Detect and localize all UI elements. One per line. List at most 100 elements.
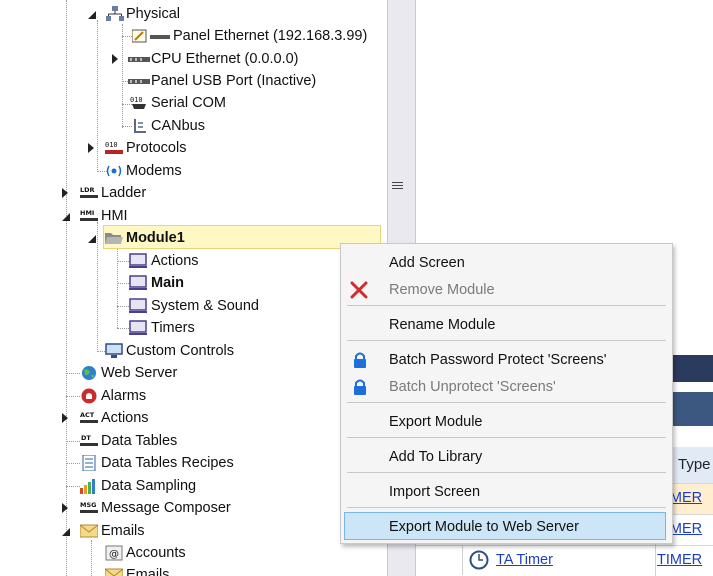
menu-item-label: Export Module to Web Server	[389, 519, 579, 535]
svg-text:LDR: LDR	[80, 186, 95, 194]
menu-item-export-module-to-web-server[interactable]: Export Module to Web Server	[344, 512, 666, 540]
tree-node-label: Data Sampling	[101, 478, 197, 494]
menu-item-import-screen[interactable]: Import Screen	[344, 478, 666, 506]
menu-separator	[347, 340, 666, 341]
collapse-arrow-icon[interactable]	[88, 235, 96, 243]
red-x-icon	[350, 281, 368, 299]
tree-node-label: Ladder	[101, 185, 147, 201]
tree-node-label: System & Sound	[151, 298, 259, 314]
screen-icon	[129, 253, 147, 268]
expand-arrow-icon[interactable]	[88, 143, 94, 153]
tree-node-label: Data Tables Recipes	[101, 455, 234, 471]
tree-node-label: Modems	[126, 163, 182, 179]
tree-node-label: HMI	[101, 208, 128, 224]
project-tree: Physical Panel Ethernet (192.168.3.99) C…	[0, 0, 387, 576]
tree-node-label: Web Server	[101, 365, 178, 381]
tree-node-label: Panel Ethernet (192.168.3.99)	[173, 28, 368, 44]
serial-port-icon: 010	[130, 96, 146, 109]
tree-node-label: Panel USB Port (Inactive)	[151, 73, 317, 89]
menu-separator	[347, 305, 666, 306]
tree-node-label: Custom Controls	[126, 343, 234, 359]
tree-node-label: Emails	[101, 523, 145, 539]
menu-item-add-screen[interactable]: Add Screen	[344, 249, 666, 277]
menu-item-remove-module[interactable]: Remove Module	[344, 276, 666, 304]
screen-icon	[129, 298, 147, 313]
bar-chart-icon	[80, 479, 95, 494]
collapse-arrow-icon[interactable]	[88, 11, 96, 19]
tree-node-label: CPU Ethernet (0.0.0.0)	[151, 51, 299, 67]
hmi-icon: HMI	[80, 209, 98, 221]
expand-arrow-icon[interactable]	[62, 503, 68, 513]
grid-column-divider	[462, 545, 463, 575]
alarm-bell-icon	[81, 388, 97, 404]
expand-arrow-icon[interactable]	[112, 54, 118, 64]
tree-node-label: Main	[151, 275, 185, 291]
email-account-icon: @	[105, 545, 123, 561]
canbus-icon	[134, 119, 146, 133]
recipe-list-icon	[82, 455, 96, 471]
envelope-icon	[105, 568, 123, 576]
wireless-icon	[106, 165, 122, 177]
tree-node-label: Message Composer	[101, 500, 231, 516]
tree-node-label: CANbus	[151, 118, 205, 134]
timer-clock-icon	[469, 550, 489, 570]
message-icon: MSG	[80, 501, 98, 513]
expand-arrow-icon[interactable]	[62, 188, 68, 198]
envelope-icon	[80, 524, 98, 538]
menu-separator	[347, 402, 666, 403]
menu-item-rename-module[interactable]: Rename Module	[344, 311, 666, 339]
tree-node-label: Actions	[151, 253, 199, 269]
context-menu: Add Screen Remove Module Rename Module B…	[340, 243, 673, 544]
svg-text:HMI: HMI	[80, 209, 94, 217]
menu-item-batch-unprotect[interactable]: Batch Unprotect 'Screens'	[344, 373, 666, 401]
tree-node-label: Alarms	[101, 388, 147, 404]
lock-icon	[354, 352, 366, 368]
splitter-grip[interactable]	[392, 182, 403, 183]
menu-item-label: Add To Library	[389, 449, 483, 465]
screen-icon	[129, 320, 147, 335]
timer-type-link[interactable]: TIMER	[657, 552, 702, 568]
menu-item-add-to-library[interactable]: Add To Library	[344, 443, 666, 471]
svg-text:@: @	[109, 549, 119, 560]
splitter-grip[interactable]	[392, 188, 403, 189]
svg-text:ACT: ACT	[80, 411, 95, 419]
splitter-grip[interactable]	[392, 185, 403, 186]
menu-item-batch-password-protect[interactable]: Batch Password Protect 'Screens'	[344, 346, 666, 374]
menu-item-label: Add Screen	[389, 255, 465, 271]
svg-text:MSG: MSG	[80, 501, 97, 509]
menu-item-export-module[interactable]: Export Module	[344, 408, 666, 436]
globe-icon	[82, 366, 96, 380]
collapse-arrow-icon[interactable]	[62, 528, 70, 536]
menu-item-label: Batch Unprotect 'Screens'	[389, 379, 556, 395]
menu-separator	[347, 437, 666, 438]
monitor-icon	[105, 343, 123, 358]
menu-separator	[347, 472, 666, 473]
tree-node-label: Data Tables	[101, 433, 178, 449]
tree-node-label: Timers	[151, 320, 195, 336]
usb-port-icon	[128, 79, 150, 84]
timer-name-link[interactable]: TA Timer	[496, 552, 553, 568]
tree-node-label: Accounts	[126, 545, 186, 561]
tree-node-label: Serial COM	[151, 95, 226, 111]
tree-node-label: Module1	[126, 230, 185, 246]
expand-arrow-icon[interactable]	[62, 413, 68, 423]
ethernet-edit-icon	[132, 29, 170, 43]
menu-item-label: Batch Password Protect 'Screens'	[389, 352, 607, 368]
lock-icon	[354, 379, 366, 395]
folder-open-icon	[105, 233, 123, 244]
tree-node-label: Emails	[126, 567, 170, 576]
tree-node-label: Actions	[101, 410, 149, 426]
tree-node-label: Physical	[126, 6, 180, 22]
actions-icon: ACT	[80, 411, 98, 423]
menu-item-label: Rename Module	[389, 317, 496, 333]
grid-row[interactable]: TA Timer TIMER	[416, 545, 713, 576]
ethernet-port-icon	[128, 57, 150, 62]
screen-icon	[129, 275, 147, 290]
data-table-icon: DT	[80, 434, 98, 446]
network-tree-icon	[106, 6, 124, 21]
menu-item-label: Remove Module	[389, 282, 495, 298]
ladder-icon: LDR	[80, 186, 98, 198]
menu-item-label: Import Screen	[389, 484, 481, 500]
svg-text:010: 010	[105, 141, 118, 149]
collapse-arrow-icon[interactable]	[62, 213, 70, 221]
